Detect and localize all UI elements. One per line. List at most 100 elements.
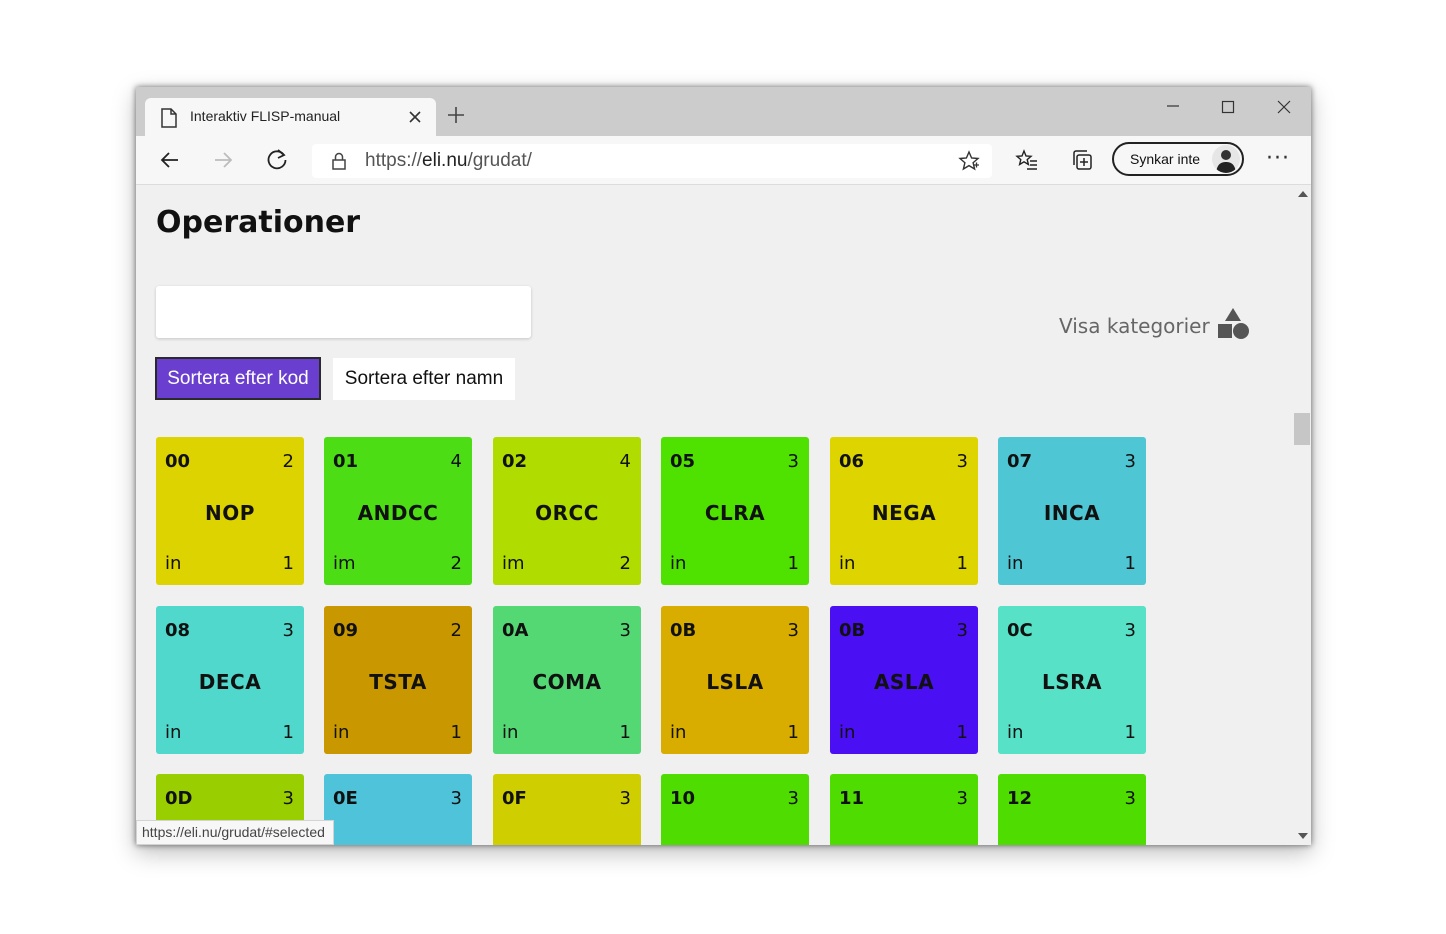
card-code: 10 (670, 788, 696, 809)
card-mode: in (670, 722, 687, 743)
card-length: 3 (956, 620, 968, 641)
minimize-button[interactable] (1153, 95, 1193, 119)
card-name: DECA (198, 670, 262, 694)
card-length: 3 (282, 620, 294, 641)
card-mode: in (839, 722, 856, 743)
card-code: 00 (165, 451, 191, 472)
card-mode: in (165, 722, 182, 743)
sort-by-name-button[interactable]: Sortera efter namn (333, 358, 515, 400)
card-length: 3 (956, 451, 968, 472)
card-name: ASLA (873, 670, 935, 694)
card-code: 08 (165, 620, 191, 641)
shapes-icon[interactable] (1216, 307, 1250, 341)
browser-window: Interaktiv FLISP-manual https://eli.nu/g… (136, 87, 1311, 845)
card-name: ORCC (535, 501, 599, 525)
operation-card[interactable]: 05 3 CLRA in 1 (661, 437, 809, 585)
card-cycles: 1 (1124, 553, 1136, 574)
card-length: 4 (450, 451, 462, 472)
operation-card[interactable]: 12 3 (998, 774, 1146, 845)
scrollbar-thumb[interactable] (1294, 413, 1310, 445)
card-length: 3 (282, 788, 294, 809)
card-length: 3 (450, 788, 462, 809)
card-name: NEGA (871, 501, 937, 525)
search-input[interactable] (156, 286, 531, 338)
scroll-down-icon[interactable] (1298, 833, 1308, 839)
card-name: TSTA (369, 670, 427, 694)
more-menu-button[interactable]: ··· (1266, 146, 1290, 171)
card-name: ANDCC (357, 501, 439, 525)
back-arrow-icon[interactable] (156, 146, 184, 174)
card-cycles: 1 (956, 553, 968, 574)
card-length: 3 (787, 788, 799, 809)
card-mode: im (502, 553, 525, 574)
sort-by-code-button[interactable]: Sortera efter kod (155, 357, 321, 400)
operation-card[interactable]: 08 3 DECA in 1 (156, 606, 304, 754)
card-cycles: 1 (282, 722, 294, 743)
card-code: 09 (333, 620, 359, 641)
page-title: Operationer (156, 205, 361, 240)
forward-arrow-icon[interactable] (209, 146, 237, 174)
card-length: 3 (787, 620, 799, 641)
card-code: 01 (333, 451, 359, 472)
operation-card[interactable]: 10 3 (661, 774, 809, 845)
card-code: 0E (333, 788, 358, 809)
card-code: 05 (670, 451, 696, 472)
favorites-icon[interactable] (1015, 148, 1039, 172)
maximize-button[interactable] (1208, 95, 1248, 119)
tab-title: Interaktiv FLISP-manual (190, 108, 341, 124)
card-code: 07 (1007, 451, 1033, 472)
browser-toolbar: https://eli.nu/grudat/ Synkar inte ··· (136, 136, 1311, 185)
operation-card[interactable]: 0C 3 LSRA in 1 (998, 606, 1146, 754)
card-cycles: 1 (450, 722, 462, 743)
card-length: 3 (619, 788, 631, 809)
address-url[interactable]: https://eli.nu/grudat/ (365, 150, 532, 172)
card-code: 02 (502, 451, 528, 472)
card-cycles: 1 (956, 722, 968, 743)
card-cycles: 1 (619, 722, 631, 743)
avatar (1212, 145, 1240, 173)
user-avatar-icon (1216, 150, 1236, 173)
card-length: 3 (1124, 451, 1136, 472)
card-code: 12 (1007, 788, 1033, 809)
card-mode: in (165, 553, 182, 574)
operation-card[interactable]: 06 3 NEGA in 1 (830, 437, 978, 585)
card-code: 0B (839, 620, 866, 641)
card-code: 0A (502, 620, 529, 641)
operation-card[interactable]: 0F 3 (493, 774, 641, 845)
card-length: 3 (787, 451, 799, 472)
operation-card[interactable]: 09 2 TSTA in 1 (324, 606, 472, 754)
operation-card[interactable]: 0B 3 ASLA in 1 (830, 606, 978, 754)
card-length: 3 (619, 620, 631, 641)
card-length: 2 (282, 451, 294, 472)
lock-icon[interactable] (330, 151, 348, 171)
page-icon (161, 108, 177, 128)
operation-card[interactable]: 11 3 (830, 774, 978, 845)
card-code: 06 (839, 451, 865, 472)
page-content: Operationer Sortera efter kod Sortera ef… (136, 185, 1294, 845)
browser-tab[interactable]: Interaktiv FLISP-manual (145, 98, 436, 136)
sync-button[interactable]: Synkar inte (1112, 142, 1244, 176)
collections-icon[interactable] (1070, 148, 1094, 172)
card-length: 3 (1124, 788, 1136, 809)
refresh-icon[interactable] (263, 146, 291, 174)
operation-card[interactable]: 01 4 ANDCC im 2 (324, 437, 472, 585)
status-bar-url: https://eli.nu/grudat/#selected (136, 820, 334, 845)
card-name: NOP (205, 501, 255, 525)
card-length: 4 (619, 451, 631, 472)
new-tab-button[interactable] (445, 104, 467, 126)
show-categories-label[interactable]: Visa kategorier (1059, 314, 1210, 338)
operation-card[interactable]: 0B 3 LSLA in 1 (661, 606, 809, 754)
card-name: CLRA (704, 501, 766, 525)
operation-card[interactable]: 0A 3 COMA in 1 (493, 606, 641, 754)
operation-card[interactable]: 00 2 NOP in 1 (156, 437, 304, 585)
favorite-star-icon[interactable] (958, 150, 980, 172)
close-window-button[interactable] (1264, 95, 1304, 119)
vertical-scrollbar[interactable] (1294, 185, 1311, 845)
card-name: LSRA (1041, 670, 1103, 694)
operation-card[interactable]: 02 4 ORCC im 2 (493, 437, 641, 585)
operation-card[interactable]: 0E 3 (324, 774, 472, 845)
address-bar[interactable]: https://eli.nu/grudat/ (312, 144, 992, 178)
close-tab-icon[interactable] (408, 110, 422, 124)
operation-card[interactable]: 07 3 INCA in 1 (998, 437, 1146, 585)
scroll-up-icon[interactable] (1298, 191, 1308, 197)
